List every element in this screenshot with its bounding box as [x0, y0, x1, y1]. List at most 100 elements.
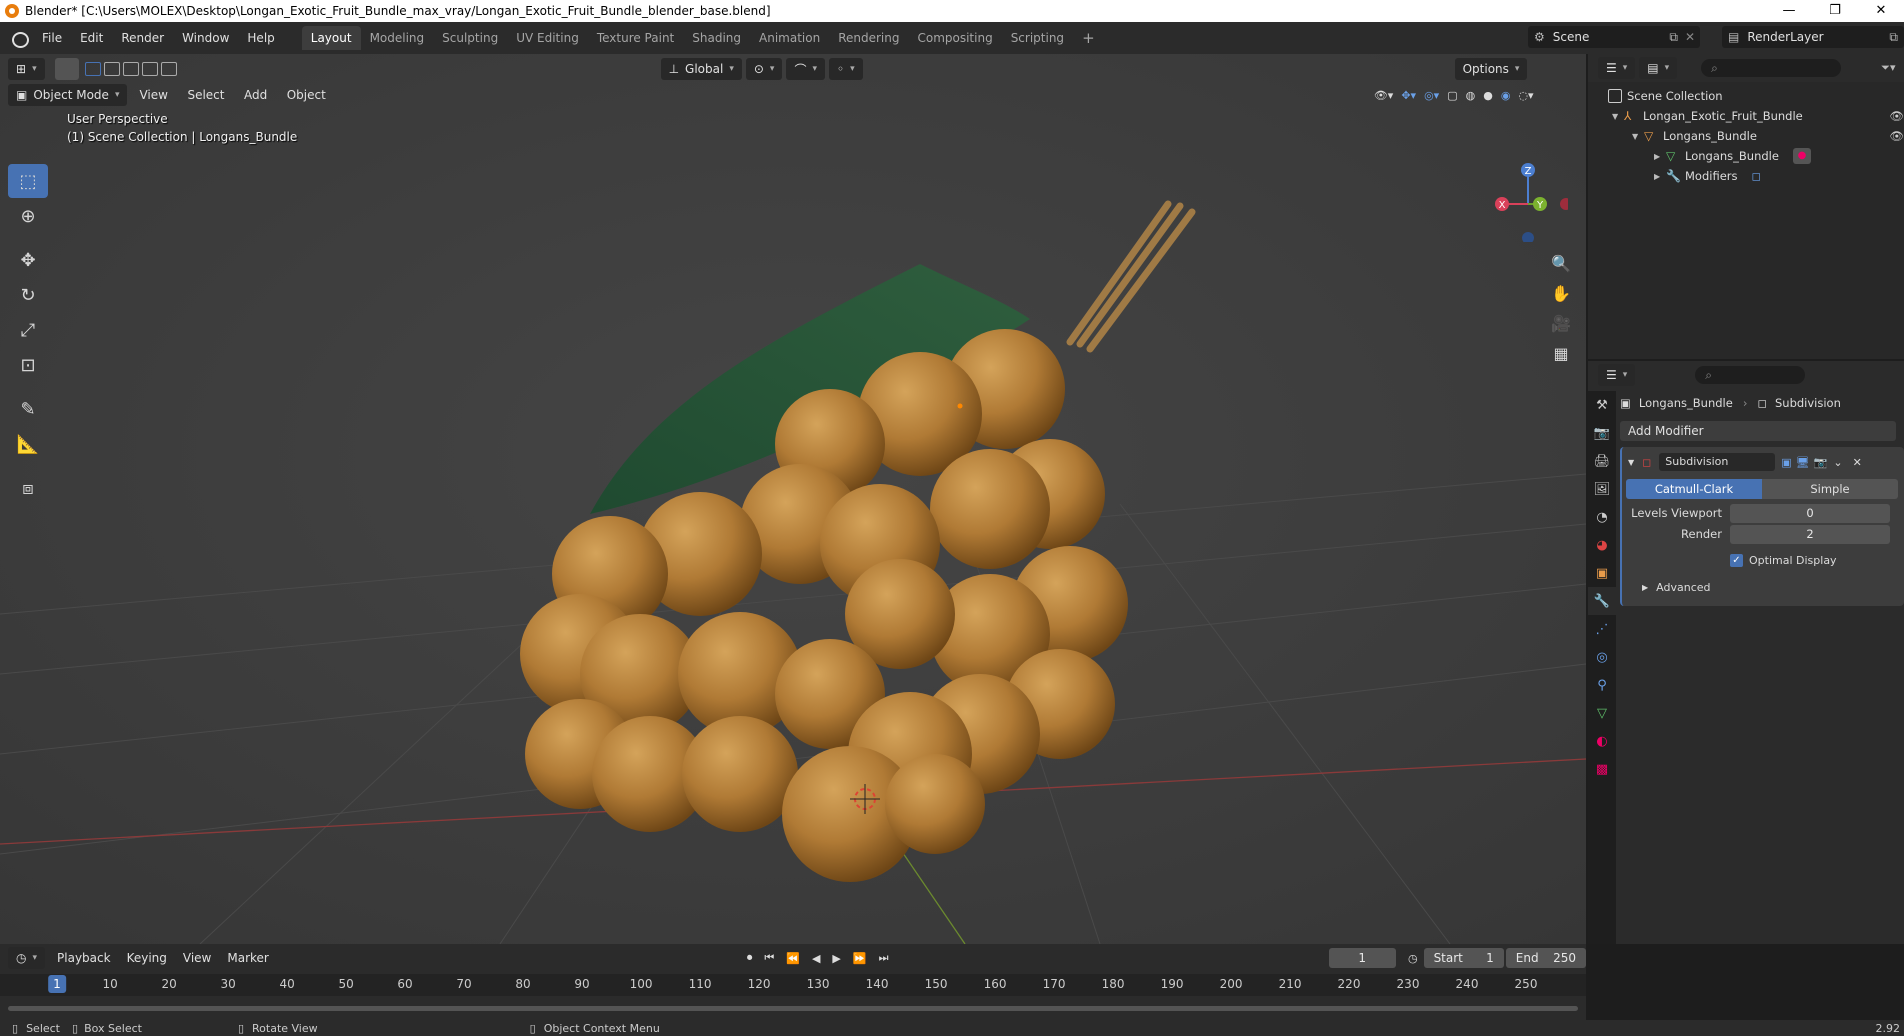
cursor-tool-icon[interactable]: ⊕ — [8, 199, 48, 233]
viewport-scene[interactable] — [0, 54, 1586, 944]
simple-option[interactable]: Simple — [1762, 479, 1898, 499]
wireframe-shading-icon[interactable]: ◍ — [1466, 89, 1476, 102]
autokey-record-icon[interactable]: ⏺ — [747, 951, 753, 965]
new-render-layer-icon[interactable]: ⧉ — [1889, 30, 1898, 45]
select-mode-button[interactable] — [54, 58, 79, 80]
timeline-editor-type-dropdown[interactable]: ◷ ▾ — [8, 947, 46, 969]
delete-scene-icon[interactable]: ✕ — [1685, 30, 1695, 44]
minimize-button[interactable]: — — [1766, 0, 1812, 22]
viewport-menu-select[interactable]: Select — [179, 88, 232, 102]
select-set-icons[interactable] — [84, 62, 177, 76]
data-tab-icon[interactable]: ▽ — [1588, 699, 1616, 727]
add-modifier-dropdown[interactable]: Add Modifier — [1620, 421, 1896, 441]
frame-ruler[interactable]: 1 10 20 30 40 50 60 70 80 90 100 110 120 130 140 150 16… — [0, 974, 1586, 996]
levels-viewport-field[interactable]: 0 — [1730, 503, 1890, 523]
prev-keyframe-icon[interactable]: ⏪ — [786, 952, 800, 965]
rendered-shading-icon[interactable]: ◌▾ — [1518, 89, 1533, 102]
camera-view-icon[interactable]: 🎥 — [1545, 310, 1577, 336]
tab-rendering[interactable]: Rendering — [829, 26, 908, 50]
transform-orientation-dropdown[interactable]: ⊥ Global ▾ — [660, 58, 742, 80]
tab-uv-editing[interactable]: UV Editing — [507, 26, 588, 50]
material-icon[interactable]: ● — [1792, 148, 1811, 164]
options-dropdown[interactable]: Options ▾ — [1454, 58, 1528, 80]
visibility-icon[interactable]: 👁▾ — [1374, 89, 1394, 102]
tab-compositing[interactable]: Compositing — [908, 26, 1001, 50]
select-new-icon[interactable] — [84, 62, 101, 76]
output-tab-icon[interactable]: 🖨 — [1588, 447, 1616, 475]
ortho-toggle-icon[interactable]: ▦ — [1545, 340, 1577, 366]
particles-tab-icon[interactable]: ⋰ — [1588, 615, 1616, 643]
menu-render[interactable]: Render — [112, 31, 173, 45]
menu-help[interactable]: Help — [238, 31, 283, 45]
render-toggle-icon[interactable]: 📷 — [1814, 456, 1828, 469]
view-layer-tab-icon[interactable]: 🖼 — [1588, 475, 1616, 503]
visibility-eye-icon[interactable]: 👁 — [1889, 129, 1904, 143]
object-tab-icon[interactable]: ▣ — [1588, 559, 1616, 587]
tab-texture-paint[interactable]: Texture Paint — [588, 26, 683, 50]
timeline-view-menu[interactable]: View — [175, 951, 219, 965]
pan-view-icon[interactable]: ✋ — [1545, 280, 1577, 306]
blender-menu-icon[interactable] — [10, 29, 29, 48]
jump-end-icon[interactable]: ⏭ — [879, 951, 889, 965]
display-mode-dropdown[interactable]: ▤ ▾ — [1639, 57, 1678, 79]
physics-tab-icon[interactable]: ◎ — [1588, 643, 1616, 671]
tab-shading[interactable]: Shading — [683, 26, 750, 50]
object-mode-dropdown[interactable]: ▣ Object Mode ▾ — [8, 84, 128, 106]
overlays-toggle-icon[interactable]: ◎▾ — [1424, 89, 1439, 102]
menu-edit[interactable]: Edit — [71, 31, 112, 45]
outliner-search-input[interactable]: ⌕ — [1701, 59, 1842, 77]
restore-button[interactable]: ❐ — [1812, 0, 1858, 22]
3d-viewport[interactable]: ⊞ ▾ ⊥ Global ▾ ⊙ ▾ ⌒ ▾ ◦ ▾ Options ▾ ▣ Object Mo… — [0, 54, 1586, 944]
render-tab-icon[interactable]: 📷 — [1588, 419, 1616, 447]
collapse-arrow-icon[interactable]: ▶ — [1654, 172, 1666, 181]
end-frame-field[interactable]: End 250 — [1505, 948, 1586, 968]
transform-tool-icon[interactable]: ⊡ — [8, 348, 48, 382]
constraints-tab-icon[interactable]: ⚲ — [1588, 671, 1616, 699]
scene-tab-icon[interactable]: ◔ — [1588, 503, 1616, 531]
modifier-name-field[interactable]: Subdivision — [1659, 453, 1776, 471]
outliner-root-row[interactable]: Scene Collection — [1588, 86, 1904, 106]
tool-tab-icon[interactable]: ⚒ — [1588, 391, 1616, 419]
render-layer-selector[interactable]: ▤ RenderLayer ⧉ — [1722, 26, 1904, 48]
tab-layout[interactable]: Layout — [301, 26, 361, 50]
play-icon[interactable]: ▶ — [832, 952, 840, 965]
menu-file[interactable]: File — [33, 31, 71, 45]
navigation-gizmo[interactable]: Z X Y — [1488, 162, 1572, 244]
advanced-expand-icon[interactable]: ▶ — [1642, 583, 1648, 592]
use-preview-range-icon[interactable]: ◷ — [1408, 952, 1418, 965]
modifier-tab-icon[interactable]: 🔧 — [1588, 587, 1616, 615]
current-frame-field[interactable]: 1 — [1328, 948, 1396, 968]
render-levels-field[interactable]: 2 — [1730, 524, 1890, 544]
scale-tool-icon[interactable]: ⤢ — [8, 313, 48, 347]
advanced-subpanel-header[interactable]: ▶ Advanced — [1622, 576, 1904, 598]
add-cube-tool-icon[interactable]: ⧈ — [8, 471, 48, 505]
optimal-display-checkbox[interactable]: ✓ — [1730, 553, 1743, 567]
select-box-tool-icon[interactable]: ⬚ — [8, 164, 48, 198]
visibility-eye-icon[interactable]: 👁 — [1889, 109, 1904, 123]
panel-collapse-arrow-icon[interactable]: ▼ — [1628, 458, 1634, 467]
measure-tool-icon[interactable]: 📐 — [8, 427, 48, 461]
viewport-menu-add[interactable]: Add — [236, 88, 275, 102]
next-keyframe-icon[interactable]: ⏩ — [853, 952, 867, 965]
outliner-editor-type-dropdown[interactable]: ☰ ▾ — [1598, 57, 1636, 79]
playback-menu[interactable]: Playback — [49, 951, 119, 965]
edit-mode-toggle-icon[interactable]: ▣ — [1781, 456, 1791, 469]
jump-start-icon[interactable]: ⏮ — [764, 951, 774, 965]
pivot-point-dropdown[interactable]: ⊙ ▾ — [745, 58, 783, 80]
tab-modeling[interactable]: Modeling — [361, 26, 434, 50]
viewport-menu-view[interactable]: View — [131, 88, 175, 102]
proportional-editing-dropdown[interactable]: ◦ ▾ — [829, 58, 863, 80]
editor-type-dropdown[interactable]: ⊞ ▾ — [8, 58, 45, 80]
menu-window[interactable]: Window — [173, 31, 238, 45]
annotate-tool-icon[interactable]: ✎ — [8, 392, 48, 426]
gizmo-toggle-icon[interactable]: ✥▾ — [1401, 89, 1416, 102]
properties-search-input[interactable]: ⌕ — [1695, 366, 1806, 384]
zoom-view-icon[interactable]: 🔍 — [1545, 250, 1577, 276]
select-subtract-icon[interactable] — [122, 62, 139, 76]
tab-scripting[interactable]: Scripting — [1002, 26, 1073, 50]
select-intersect-icon[interactable] — [160, 62, 177, 76]
outliner-row-modifiers[interactable]: ▶ 🔧 Modifiers ◻ — [1588, 166, 1904, 186]
modifier-menu-chevron-icon[interactable]: ⌄ — [1833, 456, 1842, 469]
snap-dropdown[interactable]: ⌒ ▾ — [786, 58, 825, 80]
outliner-row-mesh[interactable]: ▶ ▽ Longans_Bundle ● — [1588, 146, 1904, 166]
